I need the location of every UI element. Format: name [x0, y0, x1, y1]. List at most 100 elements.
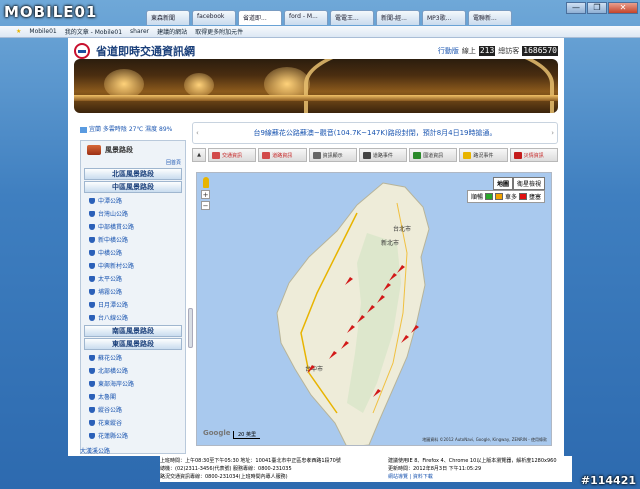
- fav-item[interactable]: 我的文章 - Mobile01: [65, 27, 122, 36]
- browser-tab[interactable]: 東森新聞: [146, 10, 190, 25]
- sidebar-route-item[interactable]: 中部橫貫公路: [81, 220, 185, 233]
- map-type-map-button[interactable]: 地圖: [492, 177, 513, 190]
- google-logo: Google: [203, 429, 231, 437]
- region-south[interactable]: 南區風景路段: [84, 325, 182, 337]
- map-copyright: 地圖資料 ©2012 AutoNavi, Google, Kingway, ZE…: [422, 437, 547, 442]
- up-arrow-button[interactable]: ▲: [192, 148, 206, 162]
- highway-shield-icon: [89, 210, 95, 217]
- sidebar-route-item[interactable]: 中潭公路: [81, 194, 185, 207]
- sidebar-title: 風景路段: [105, 146, 133, 154]
- sidebar-route-item[interactable]: 花東縱谷: [81, 416, 185, 429]
- browser-tab[interactable]: 新聞-經...: [376, 10, 420, 25]
- favorites-star-icon[interactable]: ★: [16, 28, 21, 35]
- info-toolbar: ▲ 交通資訊 道路資訊 資訊顯示 道路事件 國道資訊 路況事件 災情資訊: [192, 148, 558, 162]
- display-icon: [312, 151, 321, 159]
- chevron-right-icon[interactable]: ›: [551, 123, 554, 143]
- tool-display-info[interactable]: 資訊顯示: [308, 148, 357, 162]
- sidebar-route-item[interactable]: 中橫公路: [81, 246, 185, 259]
- header-counters: 行動版 線上 213 總訪客 1686570: [438, 46, 558, 56]
- fav-item[interactable]: sharer: [130, 28, 149, 35]
- news-ticker[interactable]: ‹ 台9線蘇花公路蘇澳~觀音(104.7K~147K)路段封閉，預計8月4日19…: [192, 122, 558, 144]
- highway-shield-icon: [89, 249, 95, 256]
- footer-address: 上班時間：上午08:30至下午05:30 地址：10041臺北市中正區忠孝西路1…: [160, 458, 341, 464]
- sidebar-route-item[interactable]: 台灣山公路: [81, 207, 185, 220]
- sidebar-collapse-handle[interactable]: [188, 308, 193, 348]
- map-zoom-control: + −: [201, 177, 210, 210]
- footer-hotline: 路況交通資訊專線：0800-231034(上班時間內專人服務): [160, 474, 288, 480]
- browser-tab[interactable]: facebook: [192, 10, 236, 25]
- highway-shield-icon: [89, 432, 95, 439]
- route-label: 台灣山公路: [98, 211, 129, 218]
- region-central[interactable]: 中區風景路段: [84, 181, 182, 193]
- browser-tab-active[interactable]: 省道即...: [238, 10, 282, 25]
- window-controls: — ❐ ✕: [566, 2, 638, 14]
- scenic-route-icon: [87, 145, 101, 155]
- fav-item[interactable]: Mobile01: [29, 28, 56, 35]
- sidebar-route-item[interactable]: 台八線公路: [81, 311, 185, 324]
- sidebar-route-item[interactable]: 大漢溪公路: [80, 446, 158, 455]
- browser-tab[interactable]: ford - M...: [284, 10, 328, 25]
- map-type-satellite-button[interactable]: 衛星檢視: [512, 177, 545, 190]
- sidebar: 風景路段 回首頁 北區風景路段 中區風景路段 中潭公路 台灣山公路 中部橫貫公路…: [80, 140, 186, 454]
- sidebar-route-item[interactable]: 太魯閣: [81, 390, 185, 403]
- zoom-out-button[interactable]: −: [201, 201, 210, 210]
- highway-shield-icon: [89, 288, 95, 295]
- tool-label: 路況事件: [473, 152, 494, 159]
- minimize-button[interactable]: —: [566, 2, 586, 14]
- traffic-map[interactable]: 新北市 台中市 台北市 + − 地圖 衛星檢視 順暢 車多 壅塞 Google …: [196, 172, 552, 446]
- browser-topbar: MOBILE01 東森新聞 facebook 省道即... ford - M..…: [0, 0, 640, 26]
- region-east[interactable]: 東區風景路段: [84, 338, 182, 350]
- sidebar-route-item[interactable]: 東部海岸公路: [81, 377, 185, 390]
- fav-item[interactable]: 建議的網站: [157, 27, 187, 36]
- browser-tab[interactable]: 電聯新...: [468, 10, 512, 25]
- sidebar-route-item[interactable]: 花蓮縣公路: [81, 429, 185, 442]
- camera-icon: [362, 151, 371, 159]
- sidebar-route-item[interactable]: 埔霧公路: [81, 285, 185, 298]
- tool-label: 災情資訊: [523, 152, 544, 159]
- sidebar-route-item[interactable]: 日月潭公路: [81, 298, 185, 311]
- highway-shield-icon: [89, 419, 95, 426]
- footer-browser: 建議使用IE 8、Firefox 4、Chrome 10以上版本瀏覽器，解析度1…: [388, 458, 557, 464]
- sidebar-route-item[interactable]: 太平公路: [81, 272, 185, 285]
- close-button[interactable]: ✕: [608, 2, 638, 14]
- region-north[interactable]: 北區風景路段: [84, 168, 182, 180]
- tool-traffic-info[interactable]: 交通資訊: [208, 148, 257, 162]
- maximize-button[interactable]: ❐: [587, 2, 607, 14]
- total-digits: 1686570: [522, 46, 558, 56]
- zoom-in-button[interactable]: +: [201, 190, 210, 199]
- chevron-left-icon[interactable]: ‹: [196, 123, 199, 143]
- arrow-up-icon: ▲: [197, 152, 201, 158]
- tool-road-info[interactable]: 道路資訊: [258, 148, 307, 162]
- legend-swatch-orange: [494, 193, 503, 200]
- city-label: 台中市: [305, 365, 323, 373]
- map-type-control: 地圖 衛星檢視: [492, 177, 545, 190]
- highway-shield-icon: [89, 262, 95, 269]
- tool-incidents[interactable]: 路況事件: [459, 148, 508, 162]
- mobile-version-link[interactable]: 行動版: [438, 46, 459, 56]
- sidebar-route-item[interactable]: 新中橫公路: [81, 233, 185, 246]
- sidebar-route-item[interactable]: 中興新村公路: [81, 259, 185, 272]
- route-label: 花東縱谷: [98, 420, 123, 427]
- freeway-shield-icon: [413, 151, 422, 159]
- online-label: 線上: [461, 47, 476, 55]
- fav-item[interactable]: 取得更多附加元件: [195, 27, 243, 36]
- pegman-icon[interactable]: [202, 177, 209, 188]
- sidebar-route-item[interactable]: 縱谷公路: [81, 403, 185, 416]
- site-logo-icon: [74, 43, 90, 59]
- home-link[interactable]: 回首頁: [81, 159, 185, 167]
- highway-shield-icon: [89, 197, 95, 204]
- road-icon: [262, 151, 271, 159]
- tool-freeway-info[interactable]: 國道資訊: [409, 148, 458, 162]
- footer-links[interactable]: 網站導覽 | 資料下載: [388, 473, 557, 481]
- weather-text: 宜蘭 多雲時陰 27℃ 濕度 89%: [89, 126, 173, 133]
- legend-swatch-red: [518, 193, 527, 200]
- sidebar-route-item[interactable]: 蘇花公路: [81, 351, 185, 364]
- browser-tab[interactable]: MP3歌...: [422, 10, 466, 25]
- highway-shield-icon: [89, 367, 95, 374]
- sidebar-route-item[interactable]: 北部橫公路: [81, 364, 185, 377]
- tool-disaster-info[interactable]: 災情資訊: [509, 148, 558, 162]
- route-label: 中潭公路: [98, 198, 123, 205]
- browser-tab[interactable]: 電電王...: [330, 10, 374, 25]
- site-title: 省道即時交通資訊網: [96, 45, 195, 58]
- tool-road-events[interactable]: 道路事件: [358, 148, 408, 162]
